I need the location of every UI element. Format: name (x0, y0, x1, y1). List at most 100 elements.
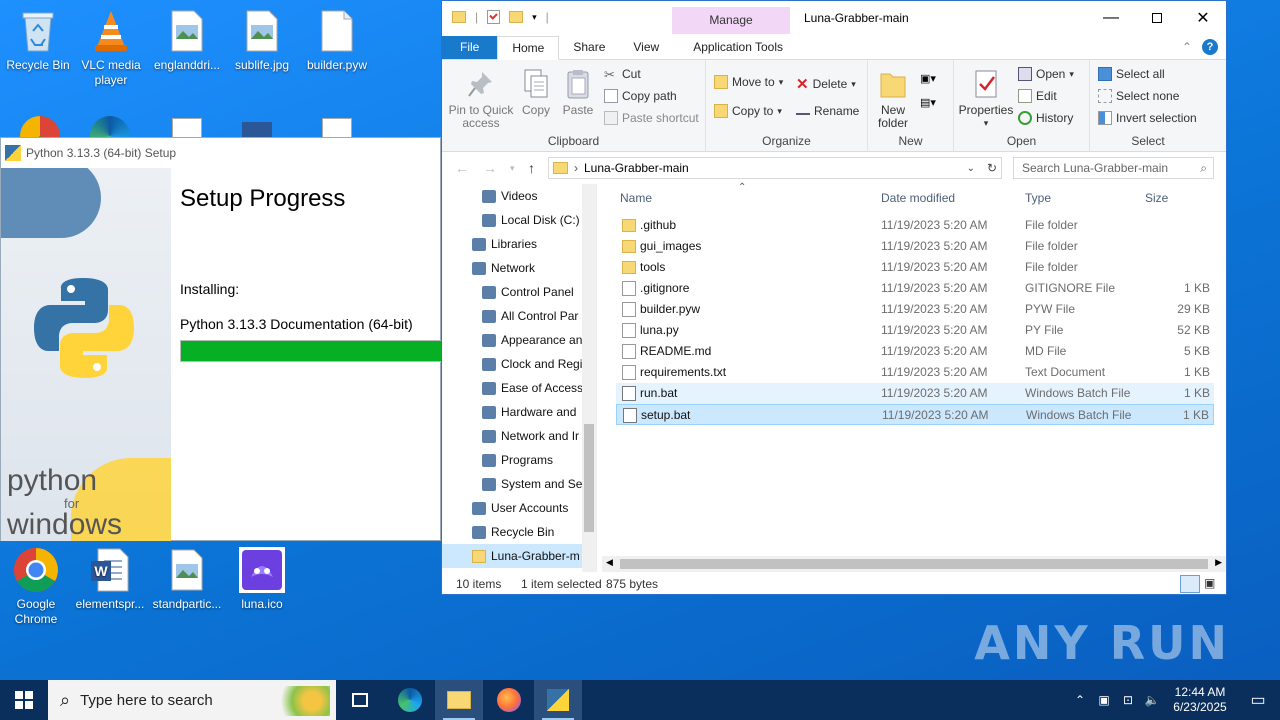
back-icon[interactable]: ← (455, 160, 469, 176)
desktop-icon-google-chrome[interactable]: Google Chrome (0, 547, 74, 627)
copy-to-button[interactable]: Copy to ▾ (714, 104, 782, 118)
forward-icon[interactable]: → (483, 160, 497, 176)
minimize-icon[interactable]: — (1088, 1, 1134, 35)
new-folder-qat-icon[interactable] (509, 11, 524, 23)
notifications-icon[interactable]: ▭ (1236, 690, 1280, 710)
copy-button[interactable]: Copy (518, 68, 554, 117)
taskbar-search-input[interactable]: ⌕ Type here to search (48, 680, 336, 720)
clock[interactable]: 12:44 AM 6/23/2025 (1164, 685, 1236, 715)
invert-selection-button[interactable]: Invert selection (1098, 111, 1197, 125)
explorer-titlebar[interactable]: | ▾ | Manage Luna-Grabber-main — ✕ (442, 1, 1226, 36)
desktop-icon-vlc[interactable]: VLC media player (73, 8, 149, 88)
address-dropdown-icon[interactable]: ⌄ (967, 163, 975, 174)
nav-item[interactable]: Clock and Regi (442, 352, 596, 376)
nav-item[interactable]: Appearance an (442, 328, 596, 352)
nav-item[interactable]: Luna-Grabber-m (442, 544, 596, 568)
nav-item[interactable]: Programs (442, 448, 596, 472)
nav-item[interactable]: System and Se (442, 472, 596, 496)
move-to-button[interactable]: Move to ▾ (714, 75, 783, 89)
file-row[interactable]: .gitignore 11/19/2023 5:20 AM GITIGNORE Fi… (616, 278, 1214, 299)
desktop-icon-builder[interactable]: builder.pyw (299, 8, 375, 73)
tab-home[interactable]: Home (497, 36, 560, 60)
properties-button[interactable]: Properties ▾ (958, 68, 1014, 130)
maximize-icon[interactable] (1134, 1, 1180, 35)
column-header-type[interactable]: Type (1025, 191, 1051, 205)
nav-item[interactable]: Control Panel (442, 280, 596, 304)
start-button[interactable] (0, 680, 48, 720)
file-row[interactable]: setup.bat 11/19/2023 5:20 AM Windows Batch… (616, 404, 1214, 425)
file-row[interactable]: run.bat 11/19/2023 5:20 AM Windows Batch F… (616, 383, 1214, 404)
nav-item[interactable]: User Accounts (442, 496, 596, 520)
ethernet-icon[interactable]: ⊡ (1116, 693, 1140, 707)
edit-button[interactable]: Edit (1018, 89, 1057, 103)
delete-button[interactable]: ✕ Delete ▾ (796, 75, 856, 93)
new-item-icon[interactable]: ▣▾ (920, 72, 936, 85)
pin-to-quick-access-button[interactable]: Pin to Quick access (448, 68, 514, 130)
taskbar-file-explorer[interactable] (435, 680, 483, 720)
nav-item[interactable]: Libraries (442, 232, 596, 256)
address-bar[interactable]: › Luna-Grabber-main ⌄ ↻ (548, 157, 1002, 179)
tab-application-tools[interactable]: Application Tools (679, 36, 797, 59)
nav-item[interactable]: Ease of Access (442, 376, 596, 400)
python-setup-titlebar[interactable]: Python 3.13.3 (64-bit) Setup (1, 138, 440, 168)
nav-item[interactable]: All Control Par (442, 304, 596, 328)
properties-qat-icon[interactable] (487, 10, 501, 24)
desktop-icon-englanddri[interactable]: englanddri... (149, 8, 225, 73)
close-icon[interactable]: ✕ (1180, 1, 1226, 35)
file-row[interactable]: README.md 11/19/2023 5:20 AM MD File 5 KB (616, 341, 1214, 362)
navigation-pane-scrollbar[interactable] (582, 184, 596, 572)
history-button[interactable]: History (1018, 111, 1073, 125)
file-row[interactable]: builder.pyw 11/19/2023 5:20 AM PYW File 29 … (616, 299, 1214, 320)
recent-locations-icon[interactable]: ▾ (510, 163, 515, 174)
desktop-icon-sublife[interactable]: sublife.jpg (224, 8, 300, 73)
tab-view[interactable]: View (619, 36, 673, 59)
file-row[interactable]: .github 11/19/2023 5:20 AM File folder (616, 215, 1214, 236)
desktop-icon-luna-ico[interactable]: luna.ico (224, 547, 300, 612)
scroll-right-icon[interactable]: ▶ (1215, 557, 1222, 568)
contextual-tab-manage[interactable]: Manage (672, 7, 790, 34)
details-view-icon[interactable] (1180, 575, 1200, 593)
desktop-icon-elementspr[interactable]: W elementspr... (72, 547, 148, 612)
up-icon[interactable]: ↑ (528, 160, 535, 176)
copy-path-button[interactable]: Copy path (604, 89, 677, 103)
nav-item[interactable]: Recycle Bin (442, 520, 596, 544)
taskbar-edge[interactable] (386, 680, 434, 720)
nav-item[interactable]: Videos (442, 184, 596, 208)
search-input[interactable]: Search Luna-Grabber-main ⌕ (1013, 157, 1214, 179)
nav-item[interactable]: Local Disk (C:) (442, 208, 596, 232)
new-folder-button[interactable]: New folder (872, 68, 914, 130)
tab-share[interactable]: Share (559, 36, 619, 59)
collapse-ribbon-icon[interactable]: ⌃ (1182, 40, 1192, 54)
taskbar-python-setup[interactable] (534, 680, 582, 720)
select-none-button[interactable]: Select none (1098, 89, 1179, 103)
nav-item[interactable]: Network and Ir (442, 424, 596, 448)
network-icon[interactable]: ▣ (1092, 693, 1116, 707)
nav-item[interactable]: Network (442, 256, 596, 280)
refresh-icon[interactable]: ↻ (987, 161, 997, 175)
rename-button[interactable]: Rename (796, 104, 859, 118)
file-row[interactable]: tools 11/19/2023 5:20 AM File folder (616, 257, 1214, 278)
desktop-icon-standpartic[interactable]: standpartic... (149, 547, 225, 612)
horizontal-scrollbar[interactable]: ◀ ▶ (602, 556, 1226, 572)
open-button[interactable]: Open ▾ (1018, 67, 1074, 81)
scroll-left-icon[interactable]: ◀ (606, 557, 613, 568)
file-row[interactable]: luna.py 11/19/2023 5:20 AM PY File 52 KB (616, 320, 1214, 341)
task-view-button[interactable] (336, 680, 384, 720)
tab-file[interactable]: File (442, 36, 498, 59)
qat-dropdown-icon[interactable]: ▾ (532, 12, 537, 23)
scrollbar-thumb[interactable] (584, 424, 594, 532)
large-icons-view-icon[interactable]: ▣ (1204, 576, 1215, 590)
show-hidden-icons-icon[interactable]: ⌃ (1068, 693, 1092, 707)
scrollbar-thumb[interactable] (620, 559, 1208, 569)
paste-button[interactable]: Paste (558, 68, 598, 117)
column-header-name[interactable]: Name (620, 191, 652, 205)
select-all-button[interactable]: Select all (1098, 67, 1165, 81)
file-row[interactable]: gui_images 11/19/2023 5:20 AM File folder (616, 236, 1214, 257)
taskbar-firefox[interactable] (485, 680, 533, 720)
easy-access-icon[interactable]: ▤▾ (920, 96, 936, 109)
column-header-size[interactable]: Size (1145, 191, 1168, 205)
column-header-date[interactable]: Date modified (881, 191, 955, 205)
paste-shortcut-button[interactable]: Paste shortcut (604, 111, 699, 125)
desktop-icon-recycle-bin[interactable]: Recycle Bin (0, 8, 76, 73)
file-row[interactable]: requirements.txt 11/19/2023 5:20 AM Text D… (616, 362, 1214, 383)
